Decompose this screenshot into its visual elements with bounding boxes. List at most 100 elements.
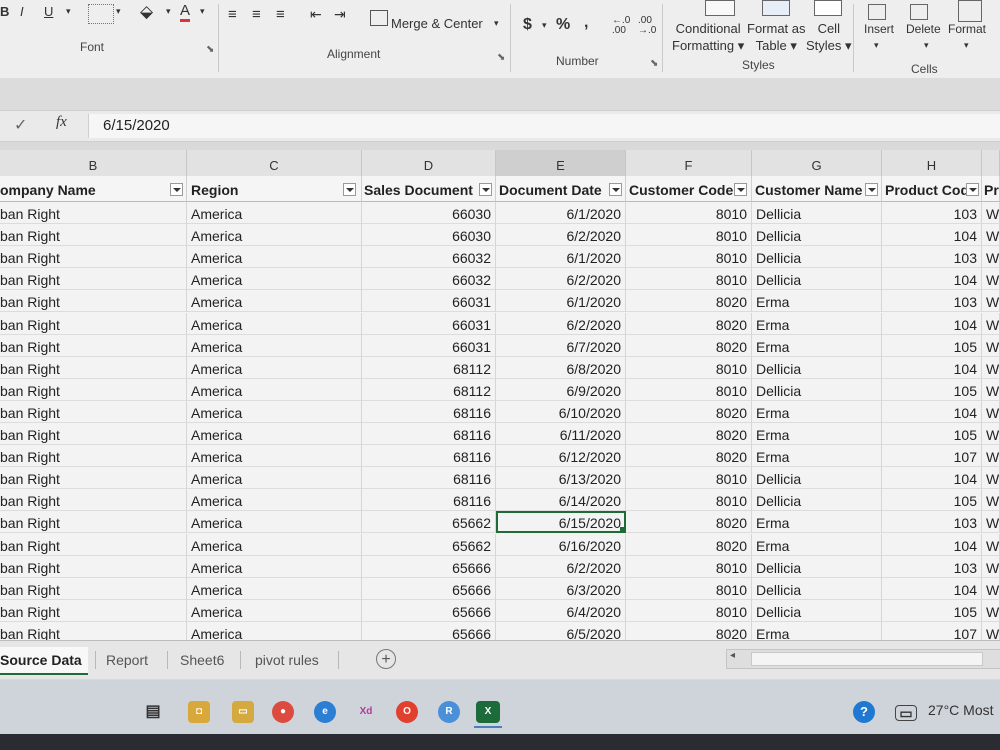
cell-document-date[interactable]: 6/5/2020 [496,622,626,640]
cell-customer-code[interactable]: 8010 [626,202,752,224]
cell-company-name[interactable]: ban Right [0,357,187,379]
cell-company-name[interactable]: ban Right [0,578,187,600]
cell-document-date[interactable]: 6/3/2020 [496,578,626,600]
cell-customer-name[interactable]: Erma [752,534,882,556]
cell-document-date[interactable]: 6/2/2020 [496,224,626,246]
task-view-icon[interactable]: ▤ [142,701,164,723]
cell-product-name[interactable]: W [982,600,1000,622]
cell-document-date[interactable]: 6/2/2020 [496,556,626,578]
cell-region[interactable]: America [187,313,362,335]
cell-document-date[interactable]: 6/4/2020 [496,600,626,622]
cell-company-name[interactable]: ban Right [0,202,187,224]
cell-sales-document[interactable]: 66031 [362,290,496,312]
cell-document-date[interactable]: 6/8/2020 [496,357,626,379]
cell-sales-document[interactable]: 66032 [362,268,496,290]
cell-product-code[interactable]: 104 [882,224,982,246]
cell-customer-name[interactable]: Dellicia [752,600,882,622]
cell-region[interactable]: America [187,622,362,640]
cell-sales-document[interactable]: 65666 [362,600,496,622]
cell-sales-document[interactable]: 68116 [362,445,496,467]
excel-icon[interactable]: X [476,701,500,723]
worksheet-grid[interactable]: B C D E F G H ompany Name Region Sales D… [0,150,1000,640]
cell-customer-code[interactable]: 8020 [626,335,752,357]
formula-input[interactable]: 6/15/2020 [88,114,1000,138]
cell-document-date[interactable]: 6/1/2020 [496,202,626,224]
fill-color-icon[interactable]: ⬙ [140,2,153,22]
cell-document-date[interactable]: 6/14/2020 [496,489,626,511]
cell-company-name[interactable]: ban Right [0,335,187,357]
cell-customer-name[interactable]: Dellicia [752,556,882,578]
increase-indent-icon[interactable]: ⇥ [334,6,346,23]
cell-company-name[interactable]: ban Right [0,224,187,246]
cell-document-date[interactable]: 6/13/2020 [496,467,626,489]
cell-sales-document[interactable]: 66031 [362,335,496,357]
cell-company-name[interactable]: ban Right [0,268,187,290]
cell-product-name[interactable]: W [982,467,1000,489]
cell-product-name[interactable]: W [982,335,1000,357]
cell-customer-code[interactable]: 8020 [626,511,752,533]
cell-document-date[interactable]: 6/1/2020 [496,290,626,312]
align-center-icon[interactable]: ≡ [252,6,261,23]
cell-customer-name[interactable]: Dellicia [752,268,882,290]
cell-customer-code[interactable]: 8010 [626,600,752,622]
add-sheet-icon[interactable]: + [376,649,396,669]
format-dropdown-icon[interactable]: ▾ [964,40,969,51]
filter-dropdown-icon[interactable] [734,183,747,196]
cell-sales-document[interactable]: 65666 [362,578,496,600]
cell-customer-code[interactable]: 8020 [626,423,752,445]
cell-sales-document[interactable]: 68116 [362,467,496,489]
cell-company-name[interactable]: ban Right [0,445,187,467]
cell-company-name[interactable]: ban Right [0,313,187,335]
cell-customer-code[interactable]: 8020 [626,445,752,467]
column-header-i[interactable] [982,150,1000,176]
cell-region[interactable]: America [187,423,362,445]
cell-customer-name[interactable]: Dellicia [752,489,882,511]
align-left-icon[interactable]: ≡ [228,6,237,23]
conditional-formatting-button[interactable]: Conditional Formatting ▾ [672,20,744,54]
cell-product-name[interactable]: W [982,268,1000,290]
delete-button[interactable]: Delete [906,22,941,36]
cell-product-code[interactable]: 105 [882,379,982,401]
cell-company-name[interactable]: ban Right [0,534,187,556]
alignment-launcher-icon[interactable]: ⬊ [497,52,505,63]
cell-product-code[interactable]: 104 [882,401,982,423]
cell-company-name[interactable]: ban Right [0,401,187,423]
cell-product-name[interactable]: W [982,511,1000,533]
fill-dropdown-icon[interactable]: ▾ [166,6,171,17]
cell-document-date[interactable]: 6/2/2020 [496,313,626,335]
cell-customer-code[interactable]: 8020 [626,401,752,423]
column-header-h[interactable]: H [882,150,982,176]
cell-sales-document[interactable]: 65666 [362,622,496,640]
filter-dropdown-icon[interactable] [966,183,979,196]
enter-check-icon[interactable]: ✓ [14,115,27,135]
cell-customer-code[interactable]: 8010 [626,467,752,489]
cell-product-code[interactable]: 105 [882,335,982,357]
cell-sales-document[interactable]: 66030 [362,202,496,224]
cell-sales-document[interactable]: 66032 [362,246,496,268]
column-header-e[interactable]: E [496,150,626,176]
fill-handle-icon[interactable] [620,527,625,532]
cell-sales-document[interactable]: 65662 [362,534,496,556]
cell-customer-name[interactable]: Erma [752,290,882,312]
cell-customer-code[interactable]: 8010 [626,578,752,600]
borders-dropdown-icon[interactable]: ▾ [116,6,121,17]
adobe-xd-icon[interactable]: Xd [355,701,377,723]
cell-customer-code[interactable]: 8010 [626,268,752,290]
horizontal-scrollbar[interactable]: ◂ [726,649,1000,669]
cell-product-name[interactable]: W [982,423,1000,445]
cell-sales-document[interactable]: 68112 [362,379,496,401]
scroll-thumb[interactable] [751,652,983,666]
currency-dropdown-icon[interactable]: ▾ [542,20,547,31]
chrome-icon[interactable]: ● [272,701,294,723]
cell-document-date[interactable]: 6/11/2020 [496,423,626,445]
cell-product-name[interactable]: W [982,556,1000,578]
cell-product-name[interactable]: W [982,290,1000,312]
cell-customer-name[interactable]: Erma [752,445,882,467]
app-icon-files[interactable]: ◘ [188,701,210,723]
cell-customer-name[interactable]: Erma [752,423,882,445]
cell-company-name[interactable]: ban Right [0,511,187,533]
cell-document-date[interactable]: 6/10/2020 [496,401,626,423]
cell-product-code[interactable]: 107 [882,445,982,467]
cell-region[interactable]: America [187,335,362,357]
cell-region[interactable]: America [187,246,362,268]
